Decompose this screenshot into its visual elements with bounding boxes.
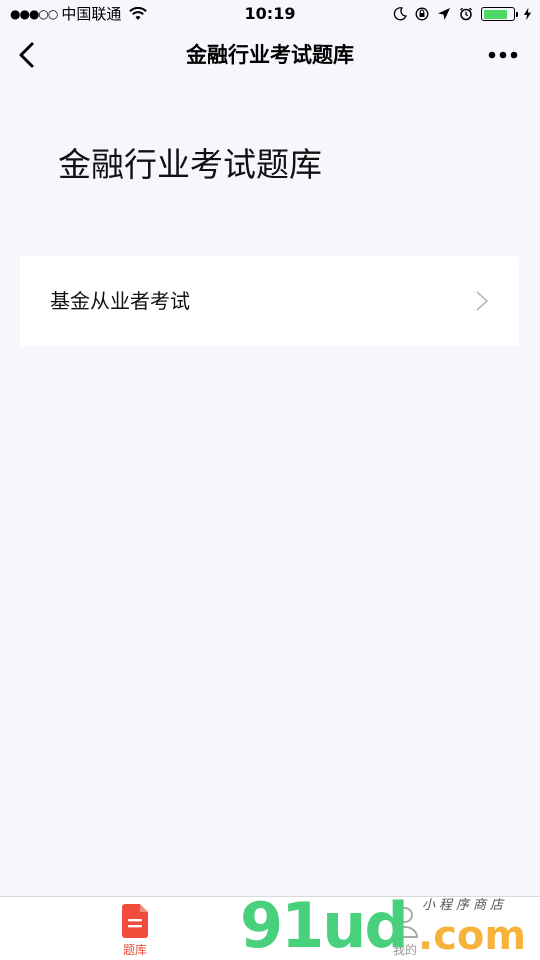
status-right <box>393 0 532 28</box>
location-icon <box>438 8 450 20</box>
rotation-lock-icon <box>415 7 429 21</box>
tab-label: 题库 <box>122 943 147 957</box>
battery-fill <box>483 9 507 19</box>
more-dots-icon[interactable] <box>488 46 518 64</box>
moon-icon <box>393 7 407 21</box>
status-bar: ●●●○○ 中国联通 10:19 <box>0 0 540 28</box>
list-item-fund-exam[interactable]: 基金从业者考试 <box>20 256 519 346</box>
tab-question-bank[interactable]: 题库 <box>70 897 200 960</box>
watermark-com-text: .com <box>418 913 527 959</box>
document-icon <box>122 904 148 938</box>
alarm-icon <box>459 7 473 21</box>
nav-title: 金融行业考试题库 <box>186 43 354 67</box>
page-heading: 金融行业考试题库 <box>58 145 322 184</box>
watermark-small-text: 小程序商店 <box>422 898 508 913</box>
watermark-logo: 91ud .com 小程序商店 <box>240 892 540 960</box>
battery-tip <box>516 12 518 17</box>
battery-indicator <box>481 7 518 21</box>
charging-icon <box>523 7 532 21</box>
chevron-right-icon <box>476 291 489 311</box>
navigation-bar: 金融行业考试题库 <box>0 28 540 82</box>
watermark-main-text: 91ud <box>240 889 409 960</box>
list-item-label: 基金从业者考试 <box>50 289 190 313</box>
